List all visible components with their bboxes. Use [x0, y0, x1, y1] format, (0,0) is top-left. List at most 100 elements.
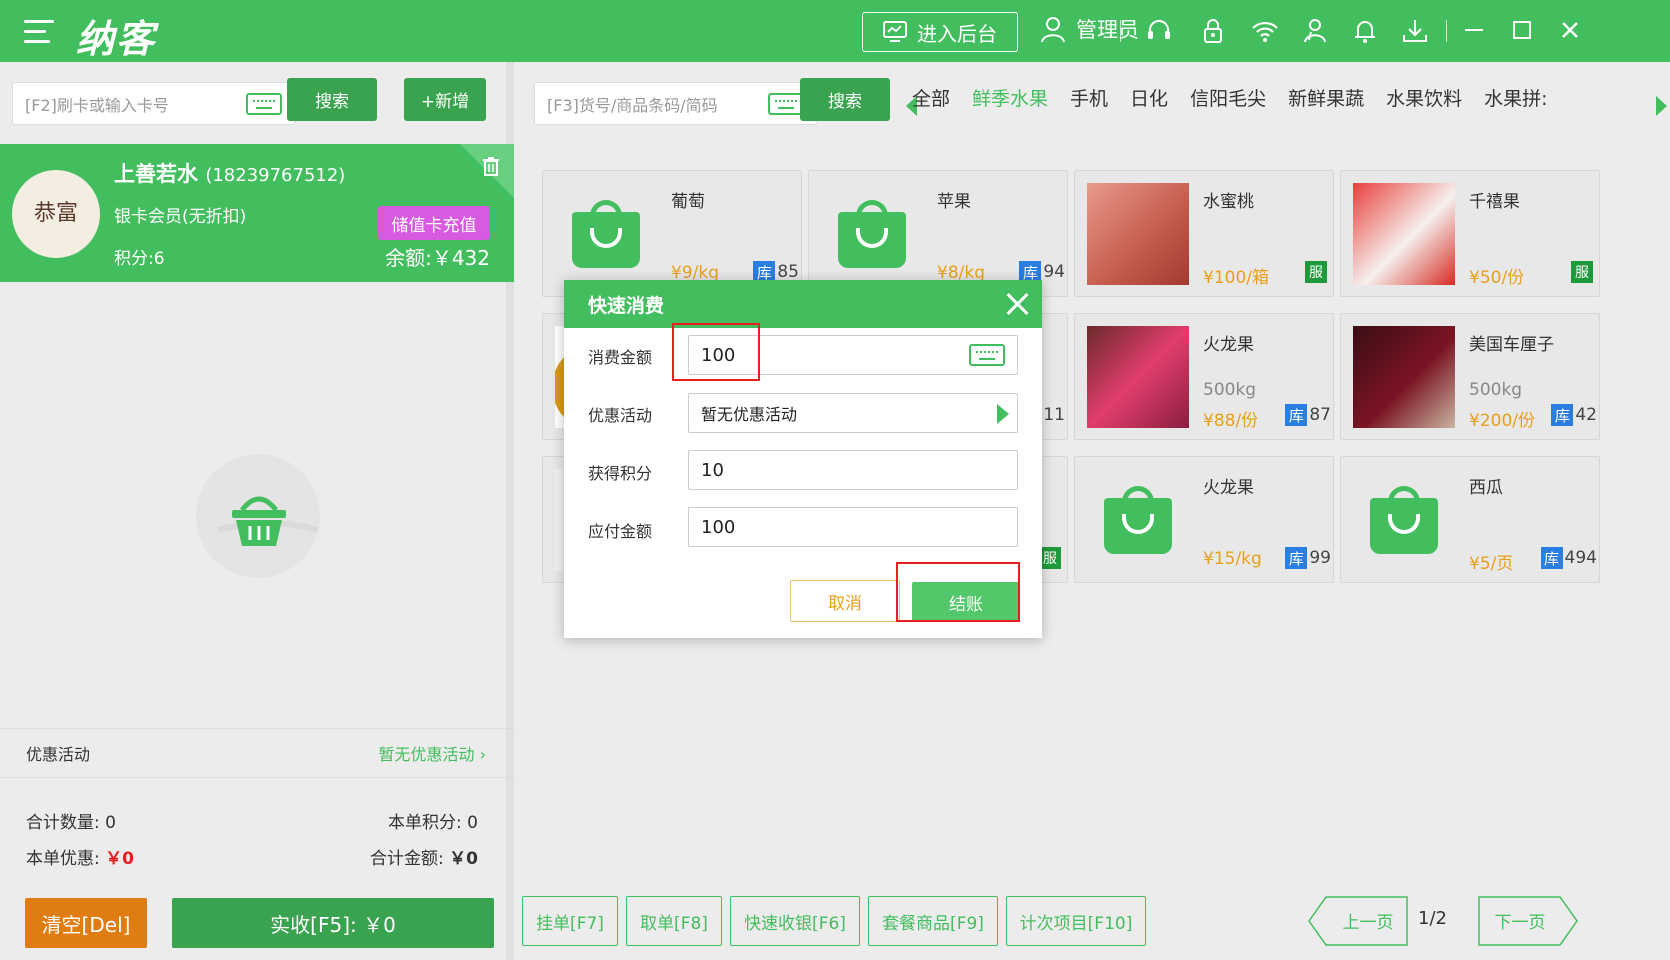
pay-button[interactable]: 实收[F5]: ￥0	[172, 898, 494, 948]
lock-icon[interactable]	[1198, 16, 1228, 46]
product-name: 火龙果	[1203, 335, 1254, 355]
wifi-icon[interactable]	[1250, 16, 1280, 46]
product-spec: 500kg	[1203, 380, 1257, 400]
enter-backend-label: 进入后台	[917, 21, 997, 46]
close-icon[interactable]	[1004, 291, 1030, 317]
headset-icon[interactable]	[1144, 16, 1174, 46]
stock-label: 库	[1540, 547, 1563, 569]
stock-count: 42	[1575, 405, 1597, 425]
member-name: 上善若水 (18239767512)	[114, 158, 345, 188]
points-value: 10	[701, 459, 724, 481]
clear-cart-button[interactable]: 清空[Del]	[25, 898, 147, 948]
product-card[interactable]: 火龙果 500kg ¥88/份 库 87	[1074, 313, 1334, 440]
product-card[interactable]: 西瓜 ¥5/页 库 494	[1340, 456, 1600, 583]
product-card[interactable]: 葡萄 ¥9/kg 库 85	[542, 170, 802, 297]
count-items-button[interactable]: 计次项目[F10]	[1006, 896, 1146, 946]
next-page-label: 下一页	[1494, 913, 1546, 933]
product-card[interactable]: 苹果 ¥8/kg 库 94	[808, 170, 1068, 297]
stock-count: 94	[1043, 262, 1065, 282]
minimize-button[interactable]	[1458, 14, 1490, 46]
payable-label: 应付金额	[588, 522, 653, 541]
dialog-header: 快速消费	[564, 280, 1042, 328]
product-image	[1353, 469, 1455, 571]
amount-label: 消费金额	[588, 348, 653, 367]
member-level: 银卡会员(无折扣)	[114, 207, 247, 227]
category-tab[interactable]: 鲜季水果	[972, 84, 1048, 111]
product-search-placeholder: [F3]货号/商品条码/简码	[547, 95, 718, 115]
download-icon[interactable]	[1400, 16, 1430, 46]
menu-icon[interactable]	[24, 20, 54, 44]
card-search-input[interactable]: [F2]刷卡或输入卡号	[12, 82, 295, 125]
stock-count: 87	[1309, 405, 1331, 425]
toolbar-divider	[1446, 20, 1447, 42]
points-label: 获得积分	[588, 464, 653, 483]
product-card[interactable]: 火龙果 ¥15/kg 库 99	[1074, 456, 1334, 583]
hold-order-button[interactable]: 挂单[F7]	[522, 896, 618, 946]
promo-select[interactable]: 暂无优惠活动	[688, 393, 1018, 433]
card-search-placeholder: [F2]刷卡或输入卡号	[25, 95, 169, 115]
category-tab[interactable]: 水果饮料	[1386, 84, 1462, 111]
member-balance: 余额:￥432	[385, 246, 490, 270]
dialog-title: 快速消费	[588, 294, 665, 317]
category-tab[interactable]: 新鲜果蔬	[1288, 84, 1364, 111]
product-name: 美国车厘子	[1469, 335, 1554, 355]
category-tab[interactable]: 全部	[912, 84, 950, 111]
stock-count: 99	[1309, 548, 1331, 568]
cancel-button[interactable]: 取消	[790, 580, 900, 622]
product-card[interactable]: 水蜜桃 ¥100/箱 服	[1074, 170, 1334, 297]
product-card[interactable]: 千禧果 ¥50/份 服	[1340, 170, 1600, 297]
close-icon	[1562, 22, 1578, 38]
category-tab[interactable]: 水果拼:	[1484, 84, 1547, 111]
product-card[interactable]: 美国车厘子 500kg ¥200/份库 42	[1340, 313, 1600, 440]
product-price: ¥15/kg	[1203, 549, 1262, 569]
category-tab[interactable]: 手机	[1070, 84, 1108, 111]
product-search-input[interactable]: [F3]货号/商品条码/简码	[534, 82, 817, 125]
users-icon[interactable]	[1300, 16, 1330, 46]
quick-consume-dialog: 快速消费 消费金额 100 优惠活动 暂无优惠活动 获得积分 10 应付金额 1…	[564, 280, 1042, 638]
stock-label: 库	[1551, 404, 1574, 426]
product-price: ¥200/份	[1469, 411, 1535, 431]
product-image	[1087, 469, 1189, 571]
checkout-highlight-box	[896, 562, 1020, 622]
prev-page-label: 上一页	[1342, 913, 1394, 933]
payable-input[interactable]: 100	[688, 507, 1018, 547]
keyboard-icon[interactable]	[768, 93, 804, 115]
avatar: 恭富	[12, 170, 100, 258]
toolbar-divider	[1120, 20, 1121, 42]
stock-badge: 库 87	[1285, 404, 1331, 426]
quick-checkout-button[interactable]: 快速收银[F6]	[730, 896, 860, 946]
stock-badge: 库 494	[1540, 547, 1597, 569]
retrieve-order-button[interactable]: 取单[F8]	[626, 896, 722, 946]
category-next-arrow[interactable]	[1656, 96, 1667, 116]
product-search-button[interactable]: 搜索	[800, 78, 890, 121]
package-products-button[interactable]: 套餐商品[F9]	[868, 896, 998, 946]
add-member-button[interactable]: +新增	[404, 78, 486, 121]
service-badge: 服	[1305, 261, 1327, 283]
service-badge: 服	[1039, 547, 1061, 569]
user-name: 管理员	[1076, 18, 1139, 42]
product-name: 葡萄	[671, 192, 705, 212]
product-name: 千禧果	[1469, 192, 1520, 212]
user-menu[interactable]: 管理员	[1040, 14, 1139, 44]
empty-cart-basket-icon	[196, 454, 320, 578]
keyboard-icon[interactable]	[969, 344, 1005, 366]
trash-icon[interactable]	[482, 156, 500, 176]
keyboard-icon[interactable]	[246, 93, 282, 115]
promo-label: 优惠活动	[588, 406, 653, 425]
maximize-button[interactable]	[1506, 14, 1538, 46]
close-window-button[interactable]	[1554, 14, 1586, 46]
product-image	[821, 183, 923, 285]
order-promotion-row[interactable]: 优惠活动 暂无优惠活动 ›	[0, 728, 514, 778]
member-card: 恭富 上善若水 (18239767512) 银卡会员(无折扣) 积分:6 储值卡…	[0, 144, 514, 282]
category-tab[interactable]: 信阳毛尖	[1190, 84, 1266, 111]
bell-icon[interactable]	[1350, 16, 1380, 46]
promo-value: 暂无优惠活动	[701, 405, 798, 424]
member-search-button[interactable]: 搜索	[287, 78, 377, 121]
order-discount: 本单优惠: ￥0	[26, 849, 134, 869]
category-tab[interactable]: 日化	[1130, 84, 1168, 111]
recharge-button[interactable]: 储值卡充值	[378, 206, 490, 240]
points-input[interactable]: 10	[688, 450, 1018, 490]
enter-backend-button[interactable]: 进入后台	[862, 12, 1018, 52]
stock-label: 库	[1285, 547, 1308, 569]
stock-count: 494	[1564, 548, 1597, 568]
